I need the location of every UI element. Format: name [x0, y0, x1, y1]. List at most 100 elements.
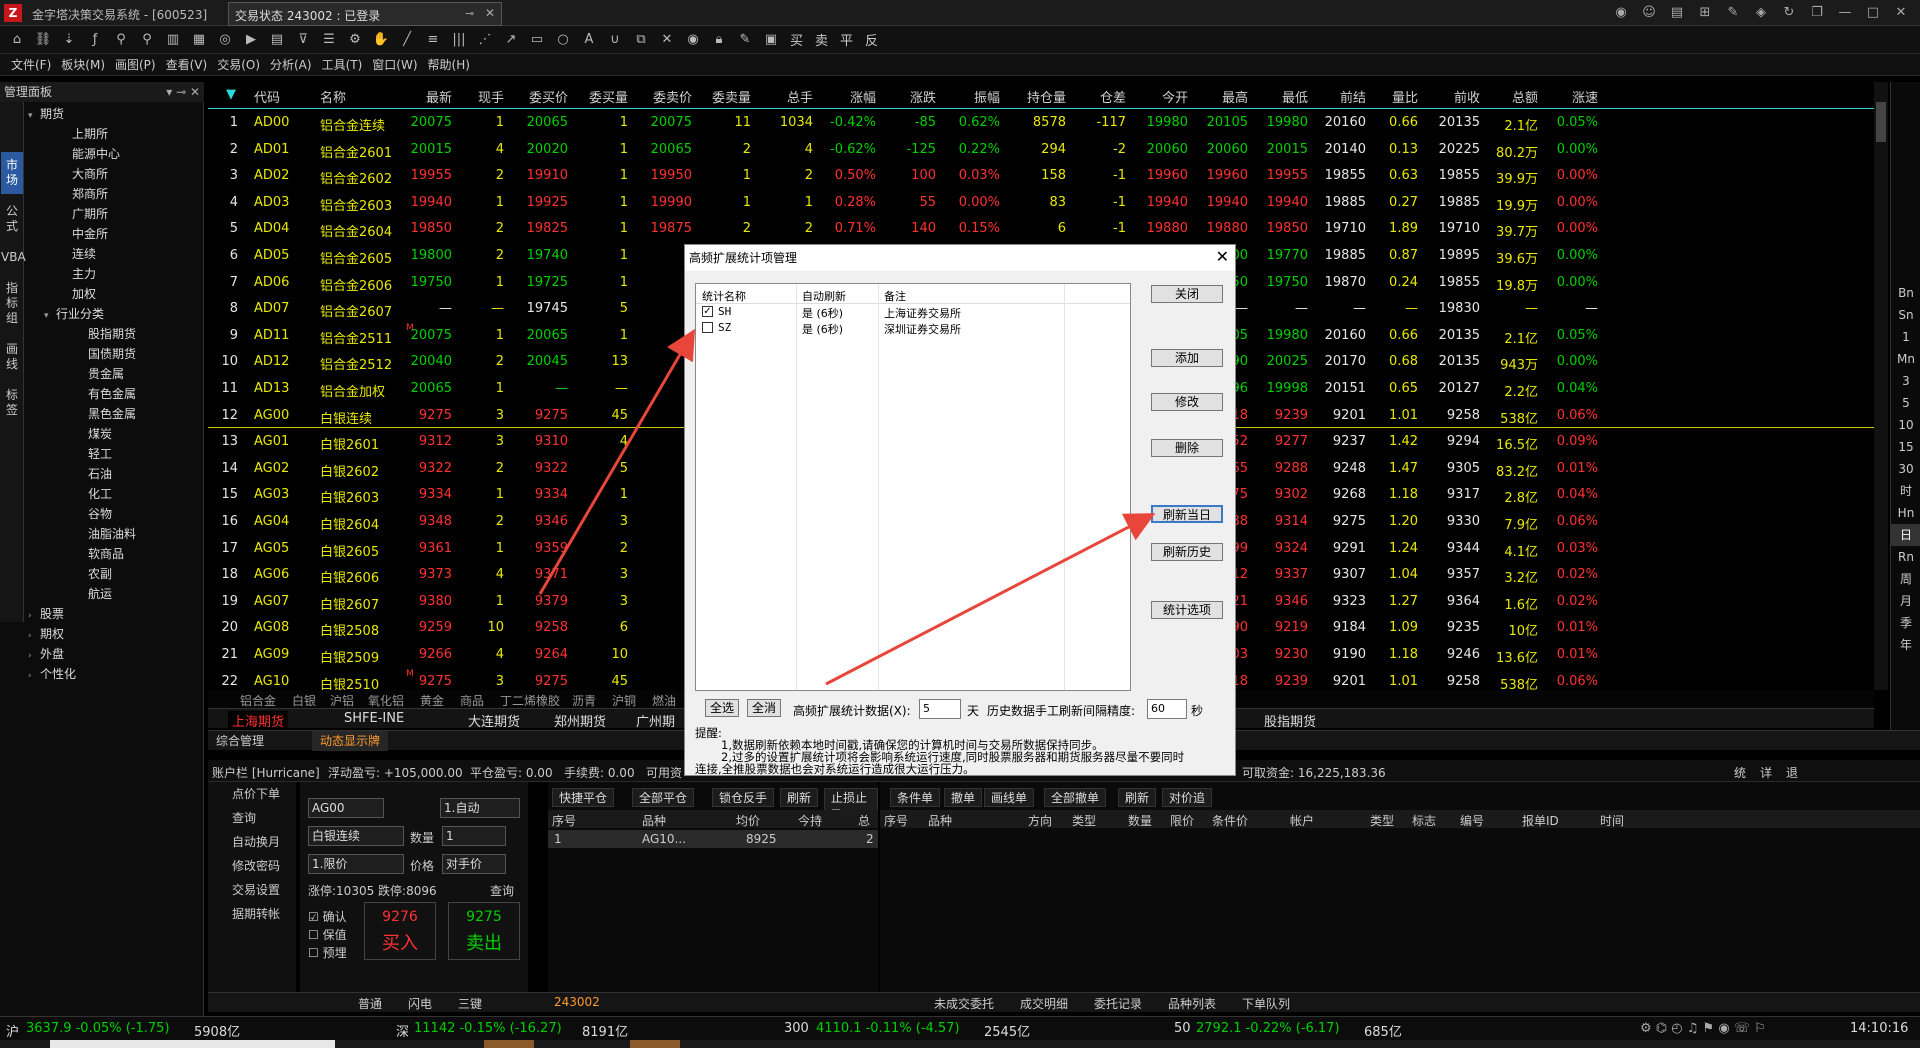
period-button[interactable]: 1: [1891, 326, 1920, 348]
text-icon[interactable]: A: [578, 30, 600, 50]
refresh-orders-button[interactable]: 刷新: [1118, 788, 1157, 807]
sector-tab[interactable]: 沪铝: [330, 692, 354, 709]
select-all-button[interactable]: 全选: [705, 699, 740, 717]
tree-node[interactable]: 中金所: [28, 224, 204, 244]
sector-tab[interactable]: 氧化铝: [368, 692, 404, 709]
minimize-icon[interactable]: —: [1834, 4, 1856, 22]
refresh-icon[interactable]: ↻: [1778, 4, 1800, 22]
hand-icon[interactable]: ✋: [370, 30, 392, 50]
notes-icon[interactable]: ▤: [266, 30, 288, 50]
confirm-checkbox[interactable]: ☑ 确认: [308, 908, 347, 925]
refresh-positions-button[interactable]: 刷新: [780, 788, 819, 807]
circle-icon[interactable]: ○: [552, 30, 574, 50]
home-icon[interactable]: ⌂: [6, 30, 28, 50]
conditional-order-button[interactable]: 条件单: [890, 788, 941, 807]
tab-order-queue[interactable]: 下单队列: [1242, 995, 1290, 1012]
column-header[interactable]: 代码: [254, 87, 280, 106]
sell-button[interactable]: 9275 卖出: [448, 902, 520, 960]
column-header[interactable]: 涨幅: [850, 87, 876, 106]
column-header[interactable]: 委卖量: [712, 87, 751, 106]
skin-icon[interactable]: ◈: [1750, 4, 1772, 22]
bars-icon[interactable]: |||: [448, 30, 470, 50]
strip-market[interactable]: 市场: [1, 152, 23, 194]
tab-symbol-list[interactable]: 品种列表: [1168, 995, 1216, 1012]
column-header[interactable]: 仓差: [1100, 87, 1126, 106]
tree-node[interactable]: › 个性化: [28, 664, 204, 684]
search-icon[interactable]: ⚲: [136, 30, 158, 50]
table-row[interactable]: 2 AD01 铝合金2601 20015 4 20020 1 20065 2 4 -0.62% -12…: [208, 137, 1874, 163]
position-row[interactable]: 1 AG10... 8925 2: [548, 830, 878, 848]
eye-icon[interactable]: ◉: [682, 30, 704, 50]
contract-code-input[interactable]: AG00: [308, 798, 384, 818]
rect-icon[interactable]: ▭: [526, 30, 548, 50]
line-order-button[interactable]: 画线单: [984, 788, 1035, 807]
tree-node[interactable]: 轻工: [28, 444, 204, 464]
sector-tab[interactable]: 燃油: [652, 692, 676, 709]
tree-node[interactable]: 加权: [28, 284, 204, 304]
column-header[interactable]: 今开: [1162, 87, 1188, 106]
toolbar-sell[interactable]: 卖: [811, 30, 832, 49]
stats-listbox[interactable]: 统计名称 自动刷新 备注 ✓ SH 是 (6秒) 上海证券交易所 SZ 是 (6…: [695, 283, 1131, 691]
cart-icon[interactable]: ⊞: [1694, 4, 1716, 22]
stat-options-button[interactable]: 统计选项: [1151, 601, 1223, 619]
menu-trade[interactable]: 交易(O): [212, 56, 265, 73]
cancel-all-button[interactable]: 全部撤单: [1044, 788, 1107, 807]
close-icon[interactable]: ✕: [485, 6, 495, 20]
column-header[interactable]: 最新: [426, 87, 452, 106]
menu-analysis[interactable]: 分析(A): [265, 56, 317, 73]
menu-draw[interactable]: 画图(P): [110, 56, 161, 73]
tab-order-records[interactable]: 委托记录: [1094, 995, 1142, 1012]
toolbar-buy[interactable]: 买: [786, 30, 807, 49]
settings-icon[interactable]: ⚙: [344, 30, 366, 50]
tree-node[interactable]: 上期所: [28, 124, 204, 144]
price-input[interactable]: 对手价: [442, 854, 506, 874]
menu-help[interactable]: 帮助(H): [423, 56, 475, 73]
pen-icon[interactable]: ✎: [734, 30, 756, 50]
tree-node[interactable]: 软商品: [28, 544, 204, 564]
table-row[interactable]: 4 AD03 铝合金2603 19940 1 19925 1 19990 1 1 0.28% 55 0.…: [208, 190, 1874, 216]
period-button[interactable]: Mn: [1891, 348, 1920, 370]
status-icons[interactable]: ⚙ ⌬ ◴ ♫ ⚑ ◉ ☏ ⚐: [1640, 1021, 1766, 1036]
column-header[interactable]: 量比: [1392, 87, 1418, 106]
strip-vba[interactable]: VBA: [1, 244, 26, 271]
refresh-history-button[interactable]: 刷新历史: [1151, 543, 1223, 561]
grid-icon[interactable]: ▦: [188, 30, 210, 50]
delete-button[interactable]: 删除: [1151, 439, 1223, 457]
column-header[interactable]: 涨速: [1572, 87, 1598, 106]
toolbar-reverse[interactable]: 反: [861, 30, 882, 49]
tree-node[interactable]: 有色金属: [28, 384, 204, 404]
table-row[interactable]: 5 AD04 铝合金2604 19850 2 19825 1 19875 2 2 0.71% 140 0…: [208, 216, 1874, 242]
tab-fill-details[interactable]: 成交明细: [1020, 995, 1068, 1012]
tree-node[interactable]: 农副: [28, 564, 204, 584]
user-icon[interactable]: ☺: [1638, 4, 1660, 22]
tree-node[interactable]: 连续: [28, 244, 204, 264]
tree-node[interactable]: 油脂油料: [28, 524, 204, 544]
sector-tab[interactable]: 丁二烯橡胶: [500, 692, 560, 709]
price-type-select[interactable]: 1.限价: [308, 854, 404, 874]
table-row[interactable]: 1 AD00 铝合金连续 20075 1 20065 1 20075 11 1034 -0.42% -…: [208, 110, 1874, 136]
close-button[interactable]: 关闭: [1151, 285, 1223, 303]
formula-icon[interactable]: ƒ: [84, 30, 106, 50]
period-button[interactable]: 周: [1891, 568, 1920, 590]
preorder-checkbox[interactable]: ☐ 预埋: [308, 944, 347, 961]
document-icon[interactable]: ▤: [1666, 4, 1688, 22]
refresh-interval-input[interactable]: 60: [1147, 699, 1187, 719]
column-header[interactable]: 委买量: [589, 87, 628, 106]
dialog-close-icon[interactable]: ✕: [1216, 247, 1229, 266]
trade-menu-item[interactable]: 查询: [208, 806, 296, 830]
tree-node[interactable]: 谷物: [28, 504, 204, 524]
quantity-input[interactable]: 1: [442, 826, 506, 846]
filter2-icon[interactable]: ⊽: [292, 30, 314, 50]
detail-button[interactable]: 详: [1760, 764, 1772, 781]
trade-menu-item[interactable]: 据期转帐: [208, 902, 296, 926]
stats-button[interactable]: 统: [1734, 764, 1746, 781]
close-all-button[interactable]: 全部平仓: [632, 788, 695, 807]
column-header[interactable]: 最低: [1282, 87, 1308, 106]
logout-button[interactable]: 退: [1786, 764, 1798, 781]
column-header[interactable]: 现手: [478, 87, 504, 106]
strip-tag[interactable]: 标签: [1, 382, 23, 424]
tab-flash[interactable]: 闪电: [408, 995, 432, 1012]
menu-window[interactable]: 窗口(W): [367, 56, 422, 73]
column-header[interactable]: 委卖价: [653, 87, 692, 106]
tree-node[interactable]: 航运: [28, 584, 204, 604]
